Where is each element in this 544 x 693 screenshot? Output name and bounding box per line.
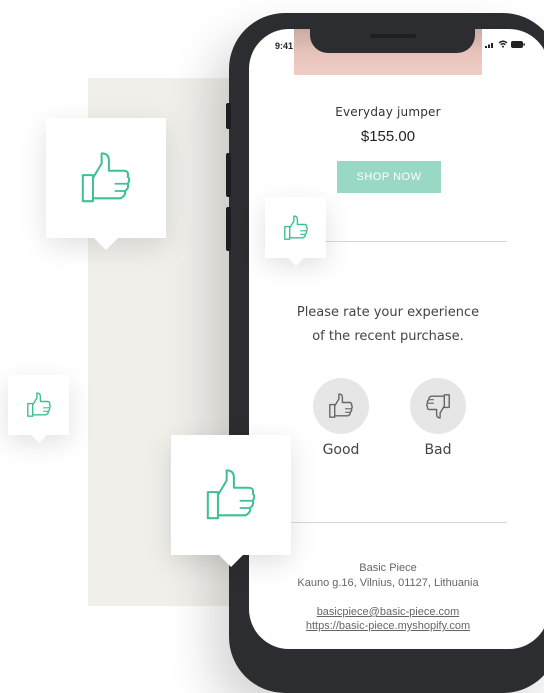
thumbs-up-icon [26,392,51,417]
thumbs-up-card-large [46,118,166,238]
store-address: Kauno g.16, Vilnius, 01127, Lithuania [297,577,479,589]
signal-icon [485,42,493,48]
thumbs-up-card-small [265,197,326,258]
volume-down-button [226,207,231,251]
rate-bad-option[interactable]: Bad [398,378,478,458]
wifi-icon [498,40,508,48]
store-contacts: basicpiece@basic-piece.com https://basic… [249,605,527,633]
rate-good-button[interactable] [313,378,369,434]
store-email-link[interactable]: basicpiece@basic-piece.com [249,605,527,619]
divider [285,522,507,523]
product-name: Everyday jumper [335,105,441,119]
rating-prompt: Please rate your experience of the recen… [249,301,527,349]
rate-bad-label: Bad [424,442,452,458]
store-name: Basic Piece [359,562,417,574]
thumbs-up-card-bottom [171,435,291,555]
thumbs-up-icon [81,152,131,203]
thumbs-down-icon [426,394,450,419]
store-website-link[interactable]: https://basic-piece.myshopify.com [249,619,527,633]
speaker [370,34,416,38]
rating-prompt-line1: Please rate your experience [296,305,480,320]
status-time: 9:41 [275,41,294,51]
rate-good-label: Good [322,442,360,458]
thumbs-up-icon [206,469,256,520]
notch [310,29,475,53]
phone-screen: 9:41 Everyday jumper $155.00 SHOP NOW Pl… [249,29,544,649]
thumbs-up-card-left [8,375,69,435]
phone-mockup: 9:41 Everyday jumper $155.00 SHOP NOW Pl… [226,13,544,693]
battery-icon [511,40,525,48]
rate-good-option[interactable]: Good [301,378,381,458]
thumbs-up-icon [283,214,308,240]
shop-now-button[interactable]: SHOP NOW [337,161,441,193]
volume-up-button [226,153,231,197]
store-info: Basic Piece Kauno g.16, Vilnius, 01127, … [249,561,527,591]
rate-bad-button[interactable] [410,378,466,434]
rating-prompt-line2: of the recent purchase. [312,329,464,344]
status-icons [485,40,525,48]
product-price: $155.00 [360,128,416,145]
thumbs-up-icon [329,393,353,418]
mute-switch [226,103,231,129]
